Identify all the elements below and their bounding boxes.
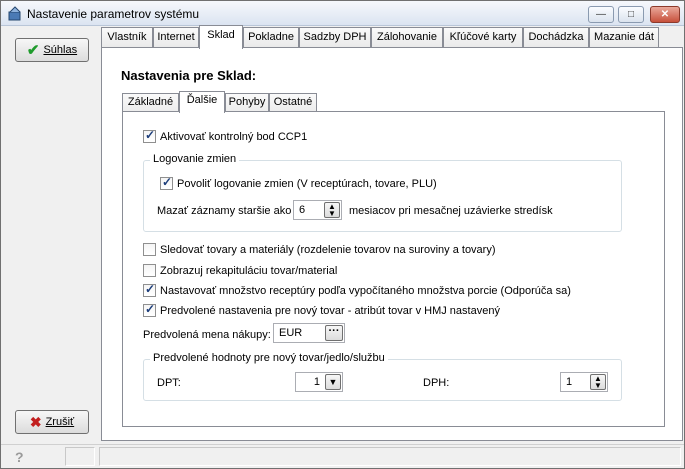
subtab-pohyby[interactable]: Pohyby xyxy=(225,93,269,112)
checkbox-box[interactable] xyxy=(160,175,173,190)
close-button[interactable]: ✕ xyxy=(650,6,680,23)
logging-group: Logovanie zmien Povoliť logovanie zmien … xyxy=(143,153,622,232)
dph-spinner[interactable]: ▲ ▼ xyxy=(590,374,606,390)
ccp1-checkbox[interactable]: Aktivovať kontrolný bod CCP1 xyxy=(143,128,308,143)
months-suffix-label: mesiacov pri mesačnej uzávierke stredísk xyxy=(349,205,553,217)
subtab-dalsie[interactable]: Ďalšie xyxy=(179,91,225,113)
dpt-label: DPT: xyxy=(157,377,181,389)
currency-browse-button[interactable]: ··· xyxy=(325,325,343,341)
checkbox-box[interactable] xyxy=(143,282,156,297)
track-goods-label: Sledovať tovary a materiály (rozdelenie … xyxy=(160,243,496,256)
window-title: Nastavenie parametrov systému xyxy=(27,7,200,21)
title-bar: Nastavenie parametrov systému — □ ✕ xyxy=(1,1,684,26)
set-quantity-label: Nastavovať množstvo receptúry podľa vypo… xyxy=(160,284,571,297)
tab-sadzby-dph[interactable]: Sadzby DPH xyxy=(299,27,371,48)
defaults-group: Predvolené hodnoty pre nový tovar/jedlo/… xyxy=(143,352,622,401)
cancel-button[interactable]: ✖ Zrušiť xyxy=(15,410,89,434)
dph-value: 1 xyxy=(566,376,573,388)
currency-value: EUR xyxy=(279,327,303,339)
status-cell xyxy=(65,447,95,466)
checkbox-box[interactable] xyxy=(143,243,156,256)
show-recap-label: Zobrazuj rekapituláciu tovar/material xyxy=(160,264,338,277)
show-recap-checkbox[interactable]: Zobrazuj rekapituláciu tovar/material xyxy=(143,264,337,277)
track-goods-checkbox[interactable]: Sledovať tovary a materiály (rozdelenie … xyxy=(143,243,496,256)
subtab-ostatne[interactable]: Ostatné xyxy=(269,93,317,112)
months-spinner[interactable]: ▲ ▼ xyxy=(324,202,340,218)
tab-sklad[interactable]: Sklad xyxy=(199,25,243,49)
tab-content-sklad: Nastavenia pre Sklad: Základné Ďalšie Po… xyxy=(101,47,683,441)
cross-icon: ✖ xyxy=(29,413,42,430)
tab-dochadzka[interactable]: Dochádzka xyxy=(523,27,589,48)
defaults-group-title: Predvolené hodnoty pre nový tovar/jedlo/… xyxy=(150,352,388,364)
checkmark-icon: ✔ xyxy=(26,42,40,59)
page-title: Nastavenia pre Sklad: xyxy=(121,68,257,83)
maximize-button[interactable]: □ xyxy=(618,6,644,23)
tab-internet[interactable]: Internet xyxy=(153,27,199,48)
dph-label: DPH: xyxy=(423,377,450,389)
checkbox-box[interactable] xyxy=(143,302,156,317)
delete-records-label: Mazať záznamy staršie ako xyxy=(157,205,292,217)
tab-zalohovanie[interactable]: Zálohovanie xyxy=(371,27,443,48)
settings-window: Nastavenie parametrov systému — □ ✕ ✔ Sú… xyxy=(0,0,685,469)
ok-button-label: Súhlas xyxy=(43,44,78,56)
dalsie-panel: Aktivovať kontrolný bod CCP1 Logovanie z… xyxy=(122,111,665,427)
status-message xyxy=(99,447,681,466)
minimize-button[interactable]: — xyxy=(588,6,614,23)
app-icon xyxy=(8,6,21,21)
subtab-zakladne[interactable]: Základné xyxy=(122,93,179,112)
dpt-value: 1 xyxy=(313,376,320,388)
default-new-goods-checkbox[interactable]: Predvolené nastavenia pre nový tovar - a… xyxy=(143,302,500,317)
chevron-down-icon[interactable]: ▼ xyxy=(325,374,341,390)
enable-logging-label: Povoliť logovanie zmien (V receptúrach, … xyxy=(177,177,437,190)
help-icon[interactable]: ? xyxy=(15,449,24,465)
logging-group-title: Logovanie zmien xyxy=(150,153,240,165)
currency-label: Predvolená mena nákupy: xyxy=(143,329,271,341)
checkbox-box[interactable] xyxy=(143,264,156,277)
tab-pokladne[interactable]: Pokladne xyxy=(243,27,299,48)
ok-button[interactable]: ✔ Súhlas xyxy=(15,38,89,62)
status-bar: ? xyxy=(1,444,684,468)
default-new-goods-label: Predvolené nastavenia pre nový tovar - a… xyxy=(160,304,500,317)
cancel-button-label: Zrušiť xyxy=(45,416,75,428)
tab-mazanie-dat[interactable]: Mazanie dát xyxy=(589,27,659,48)
ccp1-label: Aktivovať kontrolný bod CCP1 xyxy=(160,130,308,143)
months-value: 6 xyxy=(299,204,306,216)
enable-logging-checkbox[interactable]: Povoliť logovanie zmien (V receptúrach, … xyxy=(160,175,437,190)
tab-vlastnik[interactable]: Vlastník xyxy=(101,27,153,48)
set-quantity-checkbox[interactable]: Nastavovať množstvo receptúry podľa vypo… xyxy=(143,282,571,297)
tab-klucove-karty[interactable]: Kľúčové karty xyxy=(443,27,523,48)
checkbox-box[interactable] xyxy=(143,128,156,143)
